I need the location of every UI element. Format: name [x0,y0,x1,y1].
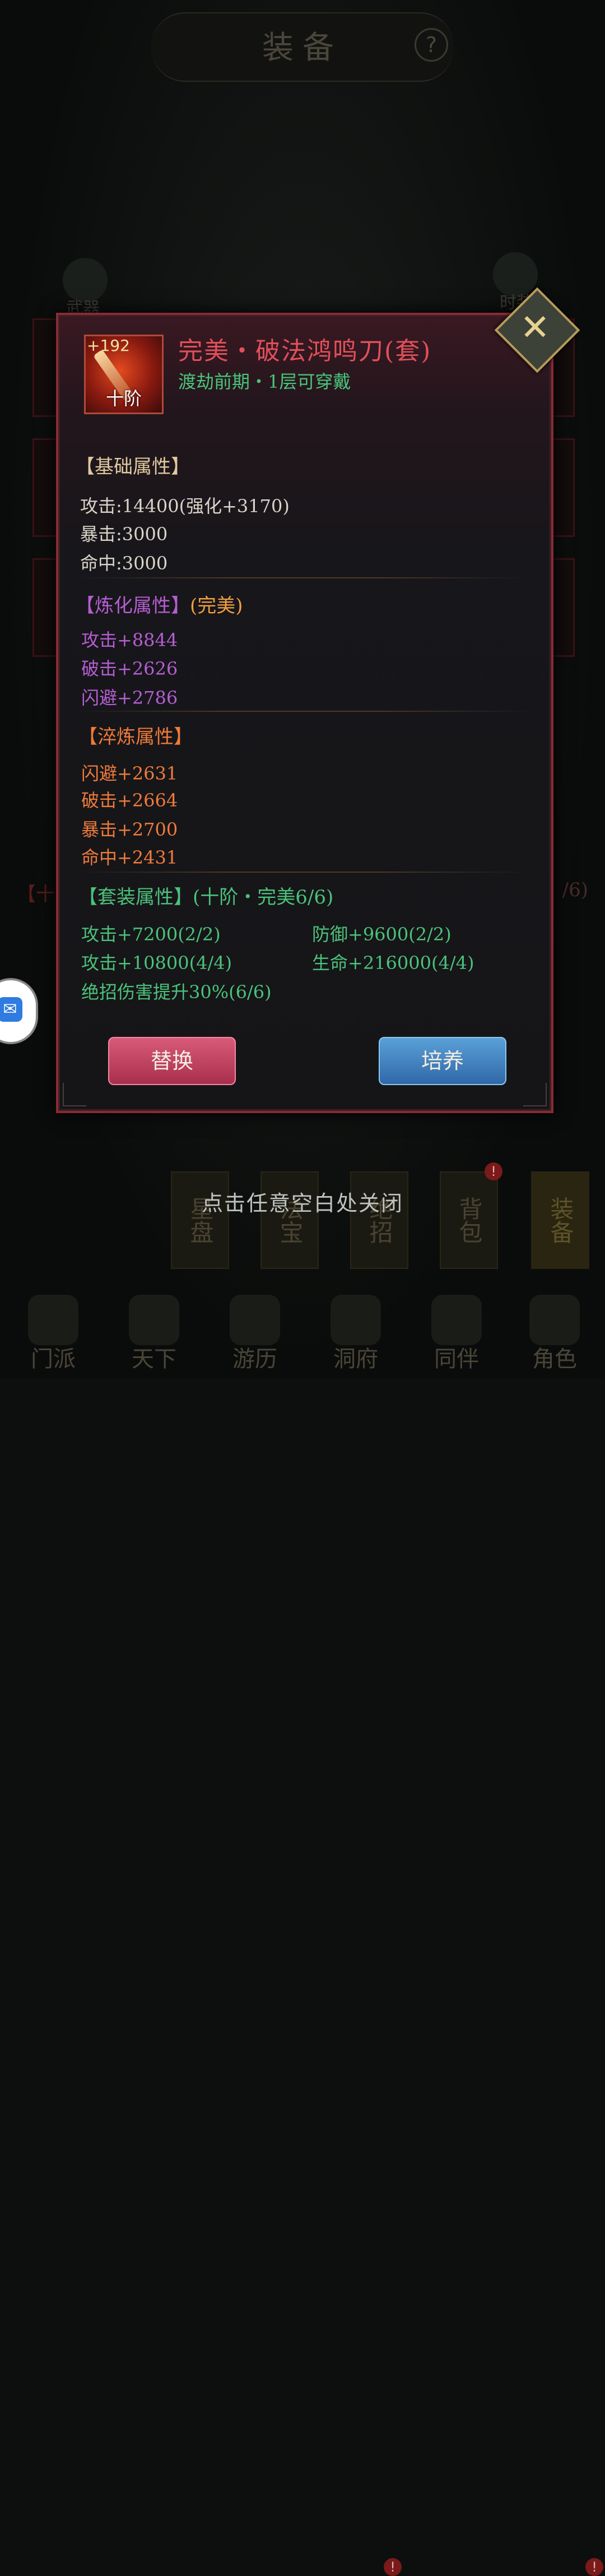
set-attr-line: 防御+9600(2/2) [312,924,452,945]
nav-label: 角色 [532,1346,577,1372]
corner-ornament [63,1083,86,1106]
temper-attr-title: 【淬炼属性】 [78,726,193,748]
nav-label: 同伴 [434,1346,479,1372]
cave-icon [331,1295,381,1345]
nav-label: 门派 [31,1346,76,1372]
set-attr-line: 攻击+10800(4/4) [81,952,232,974]
close-hint[interactable]: 点击任意空白处关闭 [0,1186,605,1217]
nav-travel[interactable]: 游历 [207,1284,302,1379]
travel-icon [230,1295,280,1345]
character-icon [529,1295,580,1345]
set-attr-line: 绝招伤害提升30%(6/6) [81,981,272,1003]
set-bar-right: /6) [562,879,588,901]
refine-attr-line: 破击+2626 [81,658,178,679]
temper-attr-line: 命中+2431 [81,847,178,868]
base-attr-line: 暴击:3000 [80,523,168,545]
world-icon [129,1295,179,1345]
temper-attr-line: 破击+2664 [81,790,178,811]
help-button[interactable]: ? [415,28,448,62]
set-attr-line: 攻击+7200(2/2) [81,924,221,945]
section-divider [76,872,529,873]
base-attr-line: 攻击:14400(强化+3170) [80,495,290,517]
base-attr-line: 命中:3000 [80,553,168,574]
nav-cave[interactable]: 洞府 [308,1284,403,1379]
item-grade: 十阶 [105,388,142,409]
bag-alert-badge: ! [485,1162,502,1180]
replace-button[interactable]: 替换 [108,1037,236,1085]
sect-icon [28,1295,78,1345]
set-bar-left: 【十 [17,883,55,906]
item-icon: +192 十阶 [84,335,164,414]
companion-icon [431,1295,482,1345]
refine-attr-line: 攻击+8844 [81,629,178,651]
refine-quality: (完美) [190,595,243,617]
character-alert-badge: ! [585,2558,603,2576]
train-button[interactable]: 培养 [379,1037,506,1085]
nav-companion[interactable]: 同伴 [409,1284,504,1379]
section-divider [76,711,529,712]
section-divider [76,577,529,578]
screen-title: 装备 [262,30,343,66]
set-attr-title: 【套装属性】(十阶・完美6/6) [78,886,334,909]
nav-label: 洞府 [333,1346,378,1372]
nav-label: 天下 [132,1346,176,1372]
nav-world[interactable]: 天下 [106,1284,202,1379]
set-attr-line: 生命+216000(4/4) [312,952,474,974]
base-attr-title: 【基础属性】 [76,456,190,478]
close-icon[interactable]: ✕ [507,300,563,356]
item-name: 完美・破法鸿鸣刀(套) [178,337,432,365]
temper-attr-line: 闪避+2631 [81,763,178,784]
refine-attr-line: 闪避+2786 [81,687,178,708]
cave-alert-badge: ! [384,2558,402,2576]
nav-sect[interactable]: 门派 [6,1284,101,1379]
item-requirement: 渡劫前期・1层可穿戴 [178,371,351,392]
refine-title-text: 【炼化属性】 [76,595,190,617]
item-enhance-level: +192 [87,336,130,355]
refine-attr-title: 【炼化属性】(完美) [76,590,243,618]
nav-label: 游历 [232,1346,277,1372]
corner-ornament [523,1083,547,1106]
bottom-nav: 门派 天下 游历 洞府 ! 同伴 角色 ! [0,1284,605,2576]
assistant-icon: ✉ [0,997,22,1022]
nav-character[interactable]: 角色 [507,1284,602,1379]
temper-attr-line: 暴击+2700 [81,819,178,840]
